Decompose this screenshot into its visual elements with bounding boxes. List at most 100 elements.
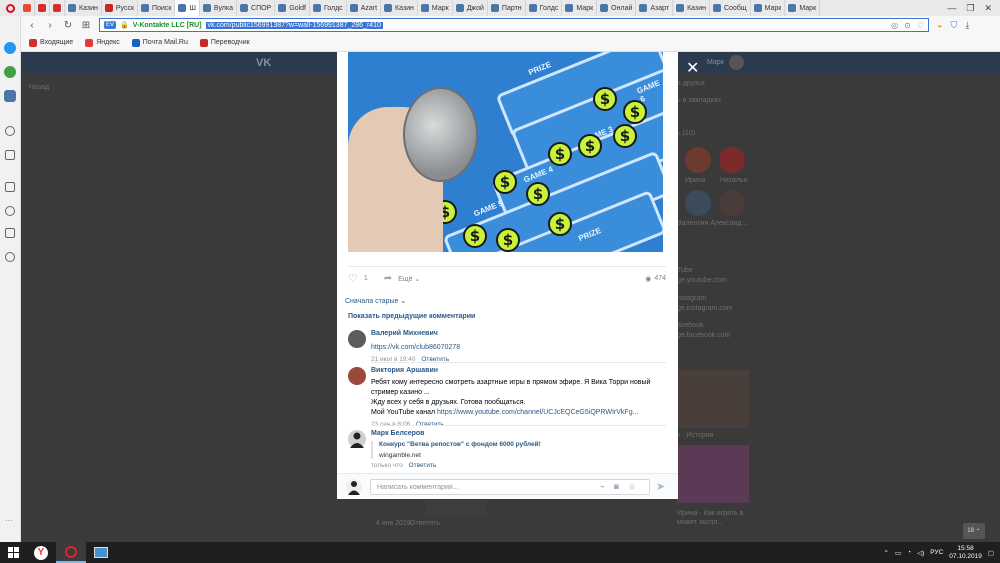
comment-input[interactable] [370, 479, 650, 495]
comment-date[interactable]: только что [371, 462, 403, 469]
friend-avatar[interactable] [685, 147, 711, 173]
history-icon[interactable] [5, 252, 15, 262]
show-hidden-icons[interactable]: ⌃ [884, 549, 889, 557]
link-url[interactable]: ge.facebook.com [677, 332, 730, 339]
heart-icon[interactable] [5, 206, 15, 216]
my-avatar[interactable] [346, 479, 362, 495]
certificate-owner[interactable]: V-Kontakte LLC [RU] [133, 22, 202, 29]
likes-count[interactable]: 1 [364, 275, 368, 282]
network-icon[interactable]: ▭ [895, 549, 901, 557]
side-text-2[interactable]: ь в закладках [677, 97, 721, 104]
camera-icon[interactable]: ◙ [614, 482, 619, 491]
vk-user-avatar[interactable] [729, 55, 744, 70]
browser-tab[interactable]: Казин [65, 0, 102, 16]
browser-tab[interactable]: Русск [102, 0, 139, 16]
comment-author[interactable]: Марк Белсеров [371, 430, 661, 437]
browser-tab[interactable]: Онлай [597, 0, 637, 16]
back-icon[interactable]: ‹ [27, 20, 37, 31]
camera-icon[interactable]: ◎ [891, 21, 898, 30]
browser-tab[interactable]: Казин [673, 0, 710, 16]
link-snippet[interactable]: Конкурс "Ветва репостов" с фондом 6000 р… [371, 441, 661, 459]
video-thumbnail[interactable] [677, 445, 749, 503]
comment-author[interactable]: Виктория Аршавин [371, 367, 661, 374]
comment-link[interactable]: https://vk.com/club86070278 [371, 344, 460, 351]
more-actions[interactable]: Ещё ⌄ [398, 275, 420, 283]
bookmark-heart-icon[interactable]: ♡ [917, 21, 924, 30]
link-title[interactable]: Tube [677, 267, 693, 274]
send-icon[interactable]: ➤ [656, 480, 665, 493]
send-icon[interactable] [5, 150, 15, 160]
more-icon[interactable]: ··· [5, 516, 13, 525]
friend-name[interactable]: Наталья [720, 177, 747, 184]
comment-author[interactable]: Валерий Михневич [371, 330, 661, 337]
side-text-1[interactable]: в друзья [677, 80, 705, 87]
browser-tab[interactable]: Азарт [636, 0, 674, 16]
bookmark-item[interactable]: Почта Mail.Ru [131, 38, 188, 47]
taskbar-yandex-browser[interactable]: Y [26, 542, 56, 563]
comment-avatar[interactable] [348, 430, 366, 448]
video-title[interactable]: к · История [677, 432, 713, 439]
show-previous-comments[interactable]: Показать предыдущие комментарии [348, 313, 475, 320]
browser-tab[interactable]: Марк [751, 0, 786, 16]
snippet-site[interactable]: wingamble.net [379, 452, 661, 459]
browser-tab[interactable] [20, 0, 35, 16]
youtube-link[interactable]: https://www.youtube.com/channel/UCJcEQCe… [437, 409, 638, 416]
browser-tab[interactable]: Голдс [526, 0, 563, 16]
whatsapp-icon[interactable] [4, 66, 16, 78]
snippet-title[interactable]: Конкурс "Ветва репостов" с фондом 6000 р… [379, 441, 661, 448]
maximize-icon[interactable]: ❐ [966, 3, 974, 14]
taskbar-image-viewer[interactable] [86, 542, 116, 563]
opera-logo-icon[interactable] [0, 0, 20, 16]
url-field[interactable]: EV 🔒 V-Kontakte LLC [RU] vk.com/public15… [99, 18, 929, 32]
bookmark-item[interactable]: Переводчик [199, 38, 250, 47]
reload-icon[interactable]: ↻ [63, 20, 73, 31]
browser-tab[interactable]: Казин [381, 0, 418, 16]
video-title[interactable]: может экспл... [677, 519, 723, 526]
browser-tab[interactable] [35, 0, 50, 16]
side-text-3[interactable]: ь (10) [677, 130, 695, 137]
vpn-icon[interactable]: ⊙ [904, 21, 911, 30]
search-icon[interactable] [5, 126, 15, 136]
friend-avatar[interactable] [719, 190, 745, 216]
reply-link[interactable]: Ответить [409, 462, 437, 469]
sort-dropdown[interactable]: Сначала старые ⌄ [345, 297, 406, 305]
link-title[interactable]: nstagram [677, 295, 706, 302]
post-image[interactable]: GAME 3 GAME 4 GAME 5 GAME 6 PRIZE PRIZE … [348, 52, 663, 252]
news-icon[interactable] [5, 228, 15, 238]
post-thumbnail[interactable] [426, 500, 486, 516]
vpn-shield-icon[interactable]: ⛉ [950, 20, 957, 31]
link-url[interactable]: ge.instagram.com [677, 305, 733, 312]
link-title[interactable]: acebook [677, 322, 703, 329]
bookmark-item[interactable]: Входящие [29, 38, 73, 47]
emoji-icon[interactable]: ☺ [628, 482, 636, 491]
video-title[interactable]: Ирина · Как играть в [677, 510, 743, 517]
minimize-icon[interactable]: — [947, 3, 956, 14]
comment-avatar[interactable] [348, 367, 366, 385]
attach-icon[interactable]: ⌁ [600, 482, 605, 491]
browser-tab[interactable]: Azart [347, 0, 382, 16]
browser-tab[interactable]: Сообщ [710, 0, 751, 16]
browser-tab[interactable] [50, 0, 65, 16]
friend-avatar[interactable] [685, 190, 711, 216]
share-icon[interactable]: ➦ [384, 273, 392, 284]
friend-name[interactable]: Ирина [685, 177, 706, 184]
browser-tab[interactable]: Марк [785, 0, 821, 16]
browser-tab[interactable]: Ш [175, 0, 200, 16]
speed-dial-grid-icon[interactable]: ⊞ [81, 20, 91, 31]
link-url[interactable]: ge.youtube.com [677, 277, 727, 284]
vk-logo[interactable]: VK [256, 57, 271, 69]
volume-icon[interactable]: ◁) [917, 549, 924, 557]
forward-icon[interactable]: › [45, 20, 55, 31]
close-window-icon[interactable]: ✕ [984, 3, 992, 14]
speed-dial-icon[interactable] [5, 182, 15, 192]
browser-tab[interactable]: Марк [562, 0, 598, 16]
downloads-icon[interactable]: ⤓ [965, 20, 969, 31]
close-modal-icon[interactable]: ✕ [686, 58, 699, 77]
url-text[interactable]: vk.com/public156991387?w=wall-156991387_… [205, 21, 383, 29]
notifications-icon[interactable]: ▢ [988, 549, 994, 557]
reply-link[interactable]: Ответить [410, 520, 440, 527]
taskbar-opera[interactable] [56, 542, 86, 563]
wifi-icon[interactable]: ◔ [907, 549, 911, 556]
messenger-icon[interactable] [4, 42, 16, 54]
browser-tab[interactable]: Марк [418, 0, 453, 16]
